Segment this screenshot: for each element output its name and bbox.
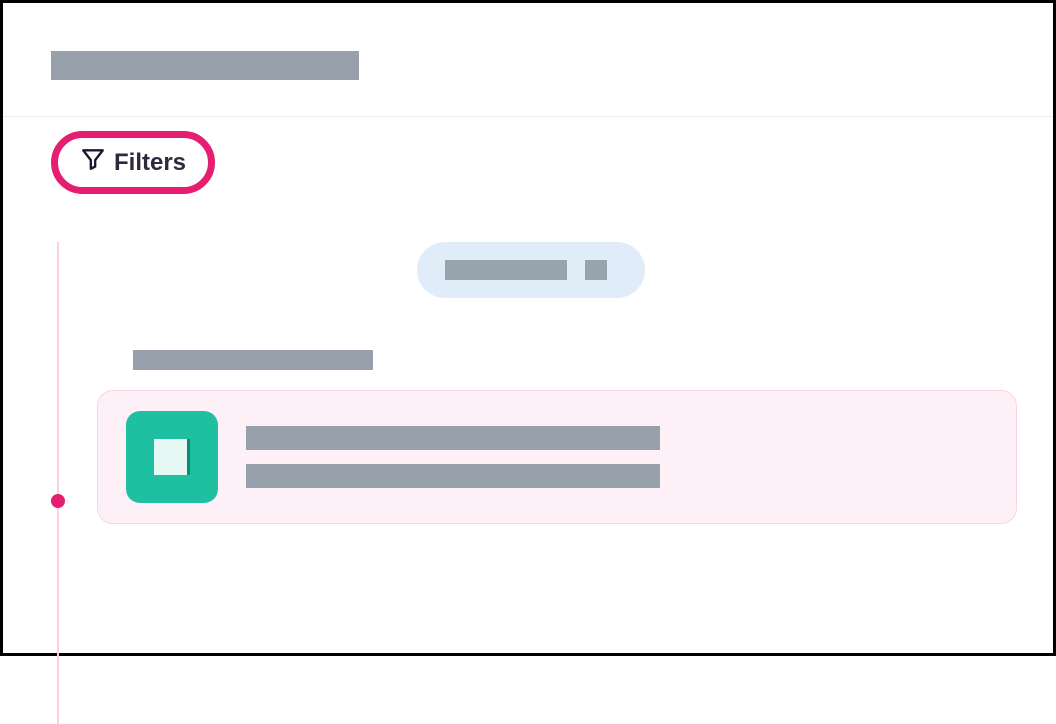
content-area: Filters bbox=[3, 117, 1053, 524]
stop-icon bbox=[154, 439, 190, 475]
card-app-icon bbox=[126, 411, 218, 503]
filters-button[interactable]: Filters bbox=[51, 131, 215, 194]
timeline-card[interactable] bbox=[97, 390, 1017, 524]
page-title bbox=[51, 51, 359, 80]
timeline-section bbox=[97, 350, 1005, 524]
date-pill-badge bbox=[585, 260, 607, 280]
date-pill-text bbox=[445, 260, 567, 280]
funnel-icon bbox=[80, 146, 106, 179]
timeline-line bbox=[57, 242, 59, 724]
section-title bbox=[133, 350, 373, 370]
timeline-dot bbox=[51, 494, 65, 508]
card-content bbox=[246, 426, 660, 488]
date-pill[interactable] bbox=[417, 242, 645, 298]
timeline bbox=[57, 242, 1005, 524]
card-subtitle bbox=[246, 464, 660, 488]
page-header bbox=[3, 3, 1053, 117]
card-title bbox=[246, 426, 660, 450]
filters-label: Filters bbox=[114, 149, 186, 177]
